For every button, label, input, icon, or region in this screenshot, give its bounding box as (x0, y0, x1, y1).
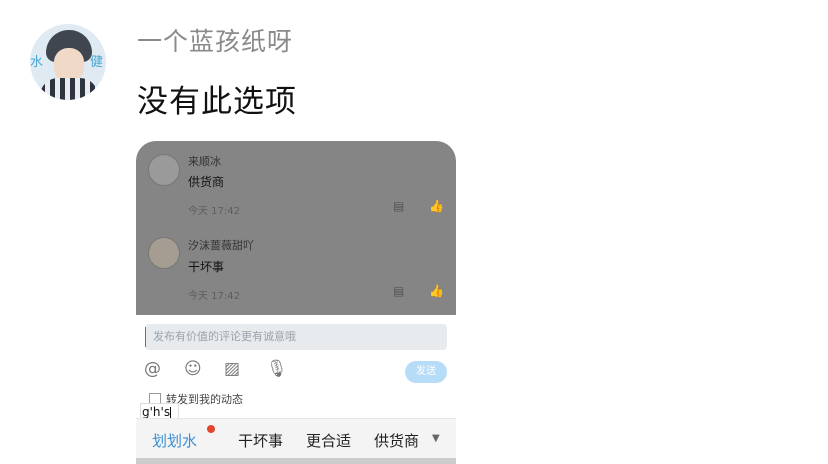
suggestion-item[interactable]: 干坏事 (238, 430, 283, 451)
comment-user: 汐沫蔷薇甜吖 (188, 239, 254, 252)
avatar-text-left: 水 (30, 55, 44, 70)
image-icon[interactable]: ▨ (224, 359, 240, 379)
keyboard-top-edge (136, 458, 456, 464)
ime-text: g'h's (142, 405, 171, 419)
dropdown-icon[interactable]: ▼ (432, 433, 440, 444)
suggestion-item[interactable]: 划划水 (152, 430, 197, 451)
message-text: 没有此选项 (137, 84, 297, 120)
comment-time: 今天 17:42 (188, 291, 240, 302)
send-button[interactable]: 发送 (405, 361, 447, 383)
avatar-shirt (40, 78, 98, 100)
comment-text: 干坏事 (188, 260, 225, 274)
at-icon[interactable]: @ (144, 359, 161, 379)
comment-input[interactable]: 发布有价值的评论更有诚意哦 (145, 324, 447, 350)
comment-time: 今天 17:42 (188, 206, 240, 217)
text-caret (145, 327, 146, 347)
ime-cursor (170, 406, 172, 419)
emoji-icon[interactable]: ☺ (184, 359, 202, 379)
shared-screenshot[interactable]: 来顺冰 供货商 今天 17:42 ▤ 👍 汐沫蔷薇甜吖 干坏事 今天 17:42… (136, 141, 456, 464)
suggestion-item[interactable]: 更合适 (306, 430, 351, 451)
comment-text: 供货商 (188, 175, 225, 189)
suggestion-bar: 划划水 干坏事 更合适 供货商 ▼ (136, 418, 456, 459)
sender-avatar[interactable]: 水 健 (30, 24, 106, 100)
sender-name: 一个蓝孩纸呀 (137, 27, 294, 56)
like-icon: 👍 (429, 284, 444, 298)
comment-avatar (148, 154, 180, 186)
suggestion-item[interactable]: 供货商 (374, 430, 419, 451)
comment-avatar (148, 237, 180, 269)
badge-dot (207, 425, 215, 433)
reply-icon: ▤ (393, 284, 405, 298)
like-icon: 👍 (429, 199, 444, 213)
avatar-face (54, 48, 84, 82)
mic-icon[interactable]: 🎙 (266, 359, 288, 379)
dimmed-comment-list: 来顺冰 供货商 今天 17:42 ▤ 👍 汐沫蔷薇甜吖 干坏事 今天 17:42… (136, 141, 456, 315)
avatar-text-right: 健 (90, 55, 104, 70)
reply-icon: ▤ (393, 199, 405, 213)
comment-user: 来顺冰 (188, 155, 221, 168)
